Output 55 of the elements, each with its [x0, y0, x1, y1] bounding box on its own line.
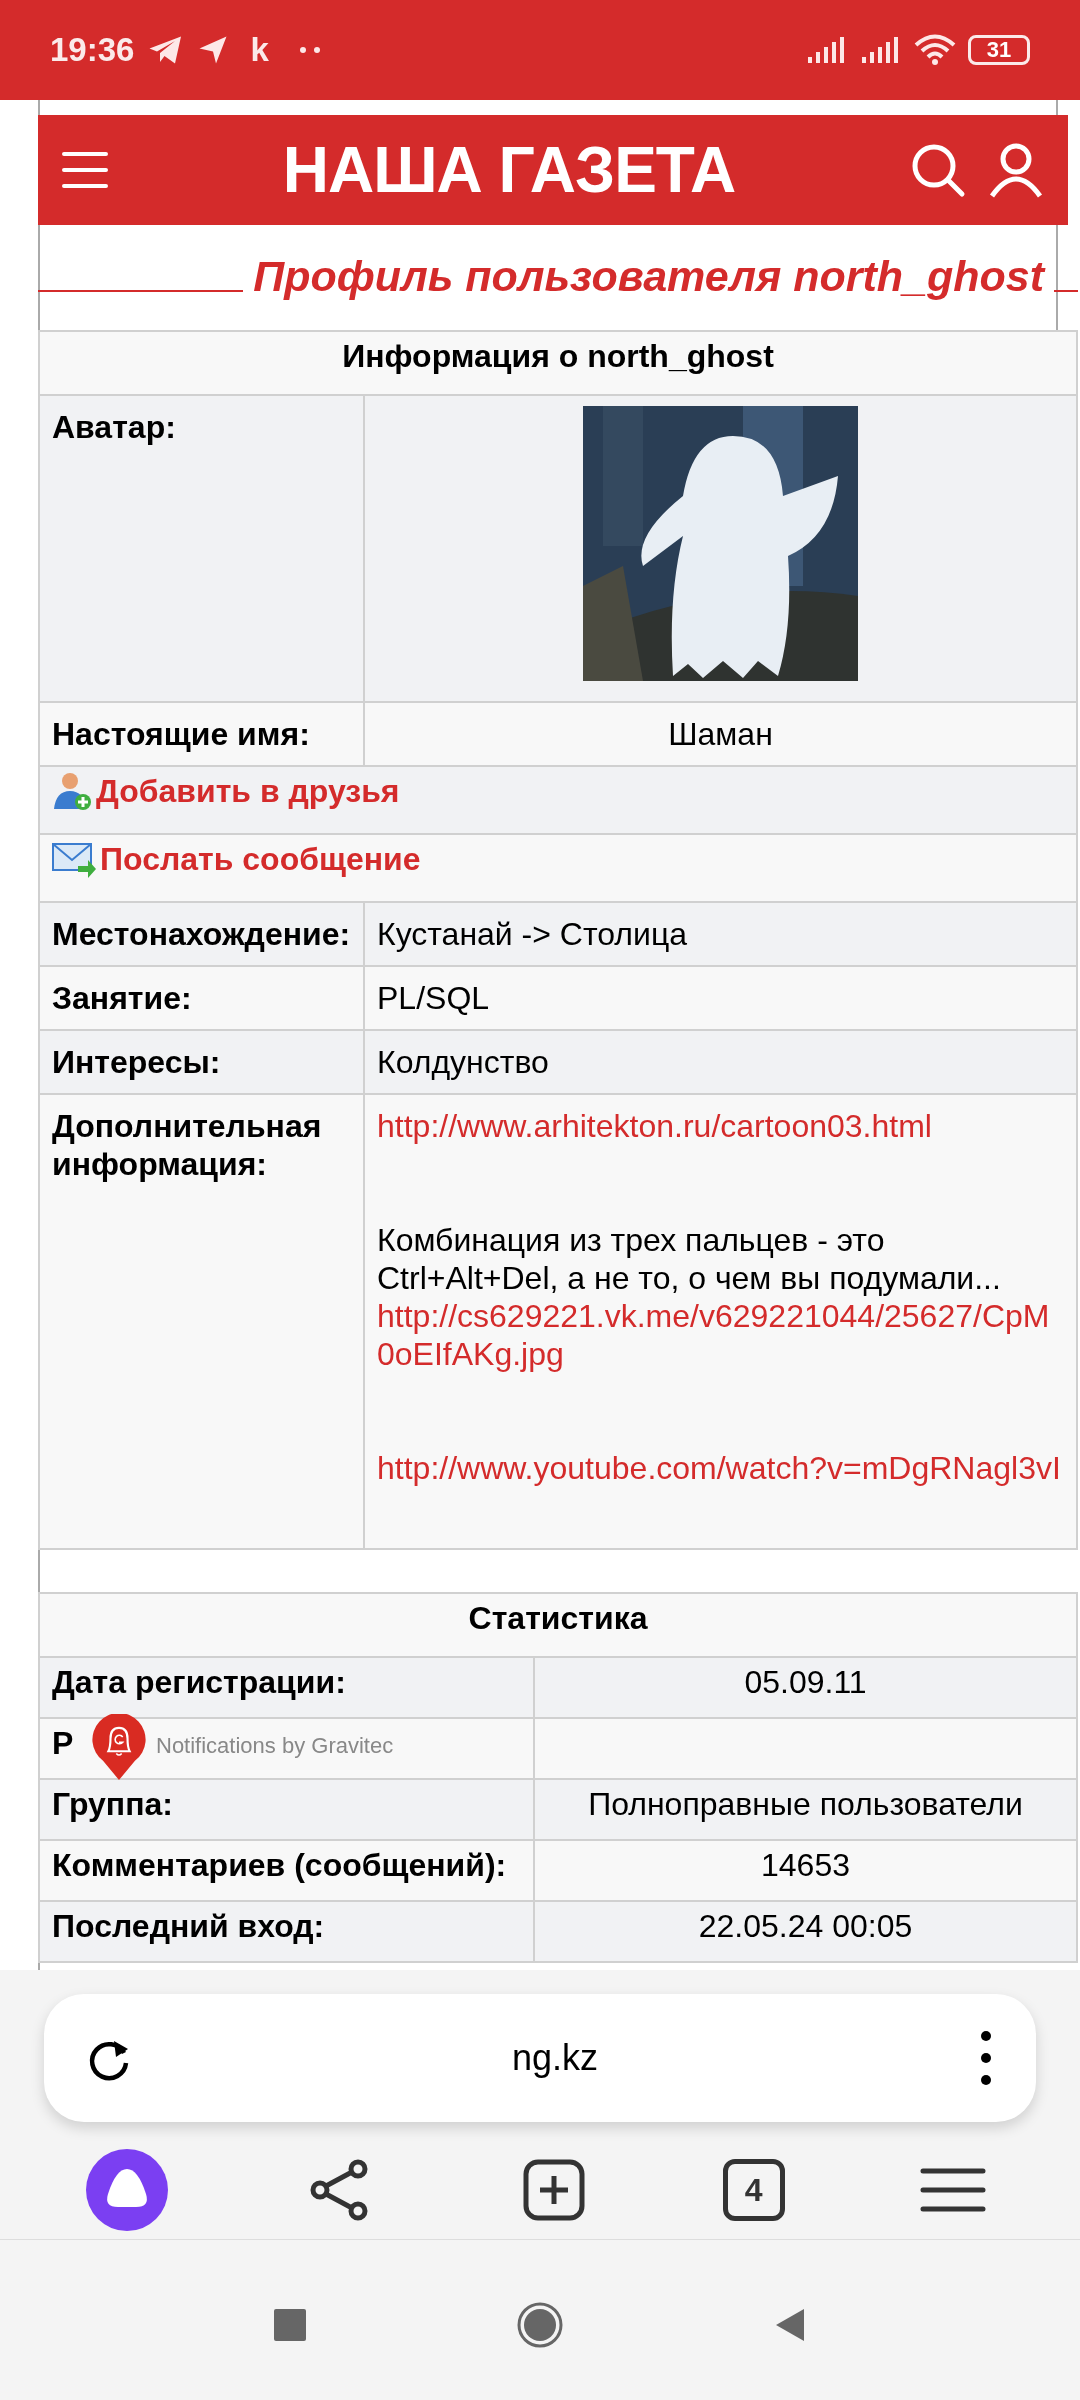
more-dots-icon [298, 46, 323, 54]
plus-icon [523, 2158, 585, 2221]
field-value: Кустанай -> Столица [377, 916, 687, 952]
field-value: Колдунство [377, 1044, 549, 1080]
wifi-icon [914, 34, 956, 66]
menu-icon [920, 2166, 987, 2213]
signal-icon [860, 35, 900, 65]
info-link[interactable]: http://www.youtube.com/watch?v=mDgRNagl3vI [377, 1449, 1064, 1487]
assistant-icon [85, 2148, 168, 2231]
triangle-icon [774, 2307, 806, 2343]
notification-bell-icon[interactable] [92, 1714, 146, 1780]
field-label: Занятие: [52, 980, 192, 1016]
field-label: Настоящие имя: [52, 716, 310, 752]
signal-icon [806, 35, 846, 65]
field-value: Шаман [668, 716, 773, 752]
menu-icon [62, 150, 108, 190]
field-label: Дополнительная информация: [52, 1108, 322, 1182]
field-label: Аватар: [52, 409, 176, 445]
stat-label: Последний вход: [52, 1908, 325, 1944]
user-icon [988, 142, 1044, 198]
account-button[interactable] [988, 142, 1044, 198]
stat-value: 22.05.24 00:05 [698, 1908, 913, 1944]
search-button[interactable] [910, 142, 966, 198]
info-link[interactable]: http://cs629221.vk.me/v629221044/25627/CpM0oEIfAKg.jpg [377, 1297, 1064, 1449]
field-label: Интересы: [52, 1044, 221, 1080]
table-heading: Информация о north_ghost [39, 331, 1077, 395]
circle-icon [516, 2301, 564, 2349]
page-title: Профиль пользователя north_ghost [253, 255, 1044, 298]
home-button[interactable] [515, 2300, 565, 2350]
envelope-arrow-icon [52, 840, 96, 878]
stat-label: Дата регистрации: [52, 1664, 346, 1700]
field-label: Местонахождение: [52, 916, 351, 952]
site-logo[interactable]: НАША ГАЗЕТА [108, 138, 910, 202]
notification-caption: Notifications by Gravitec [156, 1732, 394, 1760]
stat-label: Группа: [52, 1786, 173, 1822]
square-icon [274, 2309, 306, 2341]
field-value: PL/SQL [377, 980, 490, 1016]
info-text: Комбинация из трех пальцев - это Ctrl+Alt+Del, а не то, о чем вы подумали... [377, 1221, 1002, 1297]
app-letter: k [250, 30, 269, 71]
tabs-button[interactable]: 4 [722, 2158, 785, 2221]
navigation-arrow-icon [198, 35, 229, 65]
search-icon [910, 142, 966, 198]
stat-label: Р [52, 1725, 74, 1761]
url-text: ng.kz [510, 2036, 599, 2080]
address-bar[interactable]: ng.kz [44, 1994, 1036, 2122]
stat-value: 14653 [761, 1847, 850, 1883]
menu-button[interactable] [62, 150, 108, 190]
stat-value: Полноправные пользователи [588, 1786, 1023, 1822]
info-link[interactable]: http://www.arhitekton.ru/cartoon03.html [377, 1107, 1064, 1221]
clock: 19:36 [50, 30, 135, 71]
stat-label: Комментариев (сообщений): [52, 1847, 507, 1883]
battery-indicator: 31 [968, 35, 1030, 65]
user-add-icon [52, 771, 92, 811]
stat-value: 05.09.11 [744, 1664, 867, 1700]
table-heading: Статистика [39, 1593, 1077, 1657]
